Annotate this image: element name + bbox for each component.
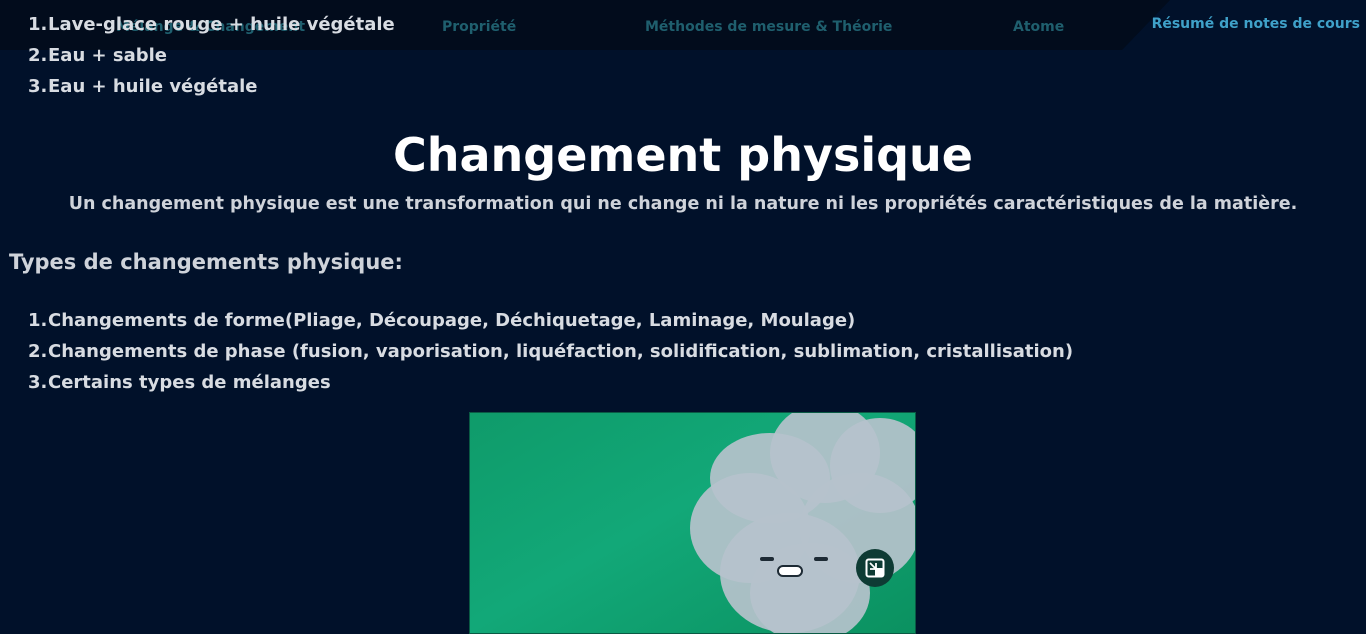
list-item: 2Changements de phase (fusion, vaporisat… [0,336,1073,367]
list-number: 3 [28,71,46,102]
nav-item-resume[interactable]: Résumé de notes de cours [1122,0,1366,50]
list-number: 1 [28,9,46,40]
list-item-text: Lave-glace rouge + huile végétale [48,14,395,35]
list-item: 1Lave-glace rouge + huile végétale [0,9,395,40]
nav-item-propriete[interactable]: Propriété [442,19,516,35]
list-item: 1Changements de forme(Pliage, Découpage,… [0,305,1073,336]
picture-in-picture-icon[interactable] [856,549,894,587]
video-player[interactable] [469,412,916,634]
types-list: 1Changements de forme(Pliage, Découpage,… [0,305,1073,398]
list-number: 1 [28,305,46,336]
list-item-text: Changements de phase (fusion, vaporisati… [48,341,1074,362]
nav-item-resume-label[interactable]: Résumé de notes de cours [1152,16,1360,32]
list-number: 2 [28,40,46,71]
list-number: 2 [28,336,46,367]
page-title: Changement physique [393,128,973,182]
list-number: 3 [28,367,46,398]
definition-text: Un changement physique est une transform… [68,194,1298,214]
list-item: 3Certains types de mélanges [0,367,1073,398]
list-item: 3Eau + huile végétale [0,71,395,102]
list-item-text: Certains types de mélanges [48,372,331,393]
list-item-text: Eau + huile végétale [48,76,258,97]
nav-item-atome[interactable]: Atome [1013,19,1064,35]
list-item-text: Changements de forme(Pliage, Découpage, … [48,310,856,331]
list-item-text: Eau + sable [48,45,167,66]
example-list: 1Lave-glace rouge + huile végétale 2Eau … [0,9,395,102]
list-item: 2Eau + sable [0,40,395,71]
nav-item-methodes[interactable]: Méthodes de mesure & Théorie [645,19,892,35]
types-heading: Types de changements physique: [9,250,403,274]
